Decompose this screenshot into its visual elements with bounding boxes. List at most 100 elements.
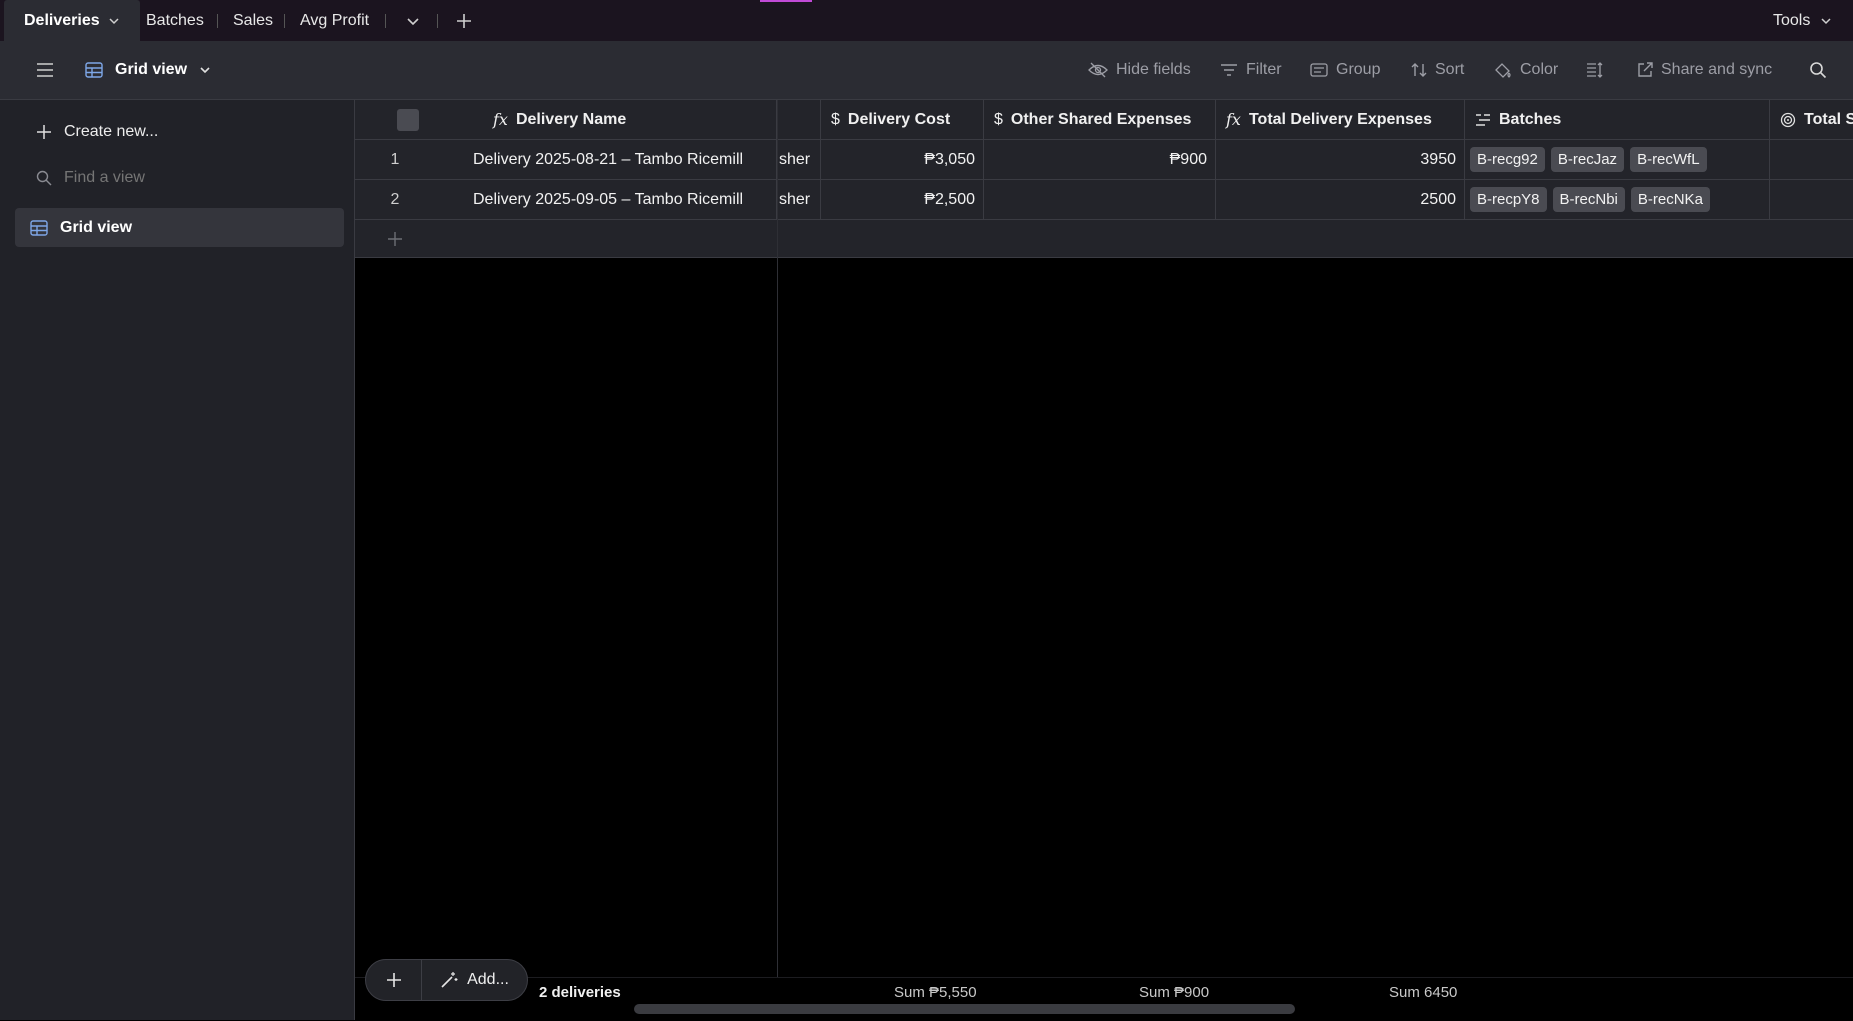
cell-delivery-name[interactable]: Delivery 2025-09-05 – Tambo Ricemill [435, 180, 777, 220]
cell-batches[interactable]: B-recpY8 B-recNbi B-recNKa [1465, 180, 1770, 220]
group-button[interactable]: Group [1310, 41, 1380, 99]
header-delivery-cost[interactable]: $ Delivery Cost [821, 100, 984, 140]
tab-deliveries[interactable]: Deliveries [4, 0, 140, 41]
tab-label: Deliveries [24, 11, 100, 29]
chevron-down-icon [407, 17, 419, 25]
cell-other-shared-expenses[interactable] [984, 180, 1216, 220]
cell-other-shared-expenses[interactable]: ₱900 [984, 140, 1216, 180]
cell-delivery-cost[interactable]: ₱3,050 [821, 140, 984, 180]
cell-partial[interactable]: sher [777, 180, 821, 220]
sort-button[interactable]: Sort [1411, 41, 1464, 99]
add-pill: Add... [365, 959, 528, 1001]
create-new-view-button[interactable]: Create new... [36, 120, 158, 144]
batch-chip[interactable]: B-recpY8 [1470, 187, 1547, 212]
tab-batches[interactable]: Batches [146, 0, 204, 41]
tab-avg-profit[interactable]: Avg Profit [300, 0, 369, 41]
sidebar-item-grid-view[interactable]: Grid view [15, 208, 344, 247]
magic-wand-icon [441, 972, 458, 988]
header-total-delivery-expenses[interactable]: 𝑓x Total Delivery Expenses [1216, 100, 1465, 140]
select-all-checkbox[interactable] [397, 108, 419, 131]
tab-sales[interactable]: Sales [233, 0, 273, 41]
create-new-label: Create new... [64, 123, 159, 140]
batch-chip[interactable]: B-recJaz [1550, 147, 1625, 172]
filter-button[interactable]: Filter [1220, 41, 1282, 99]
batch-chip[interactable]: B-recNbi [1552, 187, 1625, 212]
chevron-down-icon [1821, 17, 1831, 24]
view-name: Grid view [115, 61, 188, 78]
menu-icon [37, 63, 53, 77]
plus-icon [457, 13, 471, 28]
sum-delivery-cost[interactable]: Sum ₱5,550 [894, 984, 977, 1001]
hide-fields-button[interactable]: Hide fields [1088, 41, 1191, 99]
rollup-icon [1780, 112, 1796, 127]
color-button[interactable]: Color [1494, 41, 1558, 99]
grid-icon [30, 219, 48, 236]
add-row-strip[interactable] [355, 220, 1853, 258]
header-delivery-name[interactable]: Delivery Name [516, 111, 626, 129]
header-label: Total Sa [1804, 110, 1853, 128]
row-height-icon [1587, 62, 1603, 78]
chevron-down-icon [109, 17, 119, 24]
header-label: Delivery Cost [847, 110, 951, 128]
cell-total-delivery-expenses[interactable]: 2500 [1216, 180, 1465, 220]
cell-delivery-name[interactable]: Delivery 2025-08-21 – Tambo Ricemill [435, 140, 777, 180]
tab-label: Avg Profit [300, 11, 370, 29]
header-total-sales[interactable]: Total Sa [1770, 100, 1853, 140]
cell-total-sales[interactable] [1770, 180, 1853, 220]
group-icon [1310, 63, 1328, 77]
batch-chip[interactable]: B-recWfL [1630, 147, 1707, 172]
find-view-search [36, 166, 336, 190]
horizontal-scrollbar[interactable] [634, 1004, 1295, 1014]
header-other-shared-expenses[interactable]: $ Other Shared Expenses [984, 100, 1216, 140]
tools-menu[interactable]: Tools [1773, 0, 1832, 41]
sort-icon [1411, 63, 1427, 77]
partial-column-header[interactable] [777, 100, 821, 140]
cell-delivery-cost[interactable]: ₱2,500 [821, 180, 984, 220]
row-height-button[interactable] [1586, 41, 1604, 99]
share-sync-label: Share and sync [1661, 61, 1773, 78]
header-label: Batches [1499, 110, 1562, 128]
search-icon [1810, 62, 1827, 79]
find-view-input[interactable] [64, 169, 304, 187]
formula-icon: 𝑓x [493, 110, 508, 129]
view-switcher[interactable]: Grid view [85, 41, 211, 99]
plus-icon [386, 973, 401, 987]
tools-label: Tools [1773, 11, 1811, 29]
add-with-ai-button[interactable]: Add... [422, 960, 527, 1000]
view-sidebar: Create new... Grid view [0, 100, 355, 1020]
cell-total-delivery-expenses[interactable]: 3950 [1216, 140, 1465, 180]
currency-icon: $ [994, 110, 1003, 128]
hide-fields-label: Hide fields [1116, 61, 1191, 78]
more-tables-button[interactable] [403, 0, 423, 41]
batch-chip[interactable]: B-recg92 [1470, 147, 1545, 172]
sort-label: Sort [1435, 61, 1465, 78]
sidebar-item-label: Grid view [60, 218, 133, 236]
cell-total-sales[interactable] [1770, 140, 1853, 180]
header-batches[interactable]: Batches [1465, 100, 1770, 140]
grid-icon [85, 62, 103, 78]
linked-record-icon [1476, 113, 1490, 126]
plus-icon [388, 232, 402, 246]
sum-total-delivery-expenses[interactable]: Sum 6450 [1389, 984, 1457, 1001]
sum-other-shared-expenses[interactable]: Sum ₱900 [1139, 984, 1209, 1001]
color-label: Color [1520, 61, 1559, 78]
sidebar-toggle-button[interactable] [36, 41, 54, 99]
add-record-button[interactable] [366, 960, 422, 1000]
cell-partial[interactable]: sher [777, 140, 821, 180]
tab-divider [284, 14, 285, 28]
filter-label: Filter [1246, 61, 1282, 78]
eye-off-icon [1088, 62, 1108, 78]
share-sync-button[interactable]: Share and sync [1637, 41, 1772, 99]
add-table-button[interactable] [454, 0, 474, 41]
header-label: Total Delivery Expenses [1248, 110, 1432, 128]
record-count: 2 deliveries [539, 984, 621, 1001]
plus-icon [37, 125, 51, 139]
search-button[interactable] [1809, 41, 1827, 99]
tab-label: Batches [146, 11, 204, 29]
batch-chip[interactable]: B-recNKa [1630, 187, 1710, 212]
paint-bucket-icon [1495, 63, 1511, 78]
tab-label: Sales [233, 11, 274, 29]
tab-divider [217, 14, 218, 28]
cell-batches[interactable]: B-recg92 B-recJaz B-recWfL [1465, 140, 1770, 180]
frozen-column-divider [777, 100, 778, 1020]
